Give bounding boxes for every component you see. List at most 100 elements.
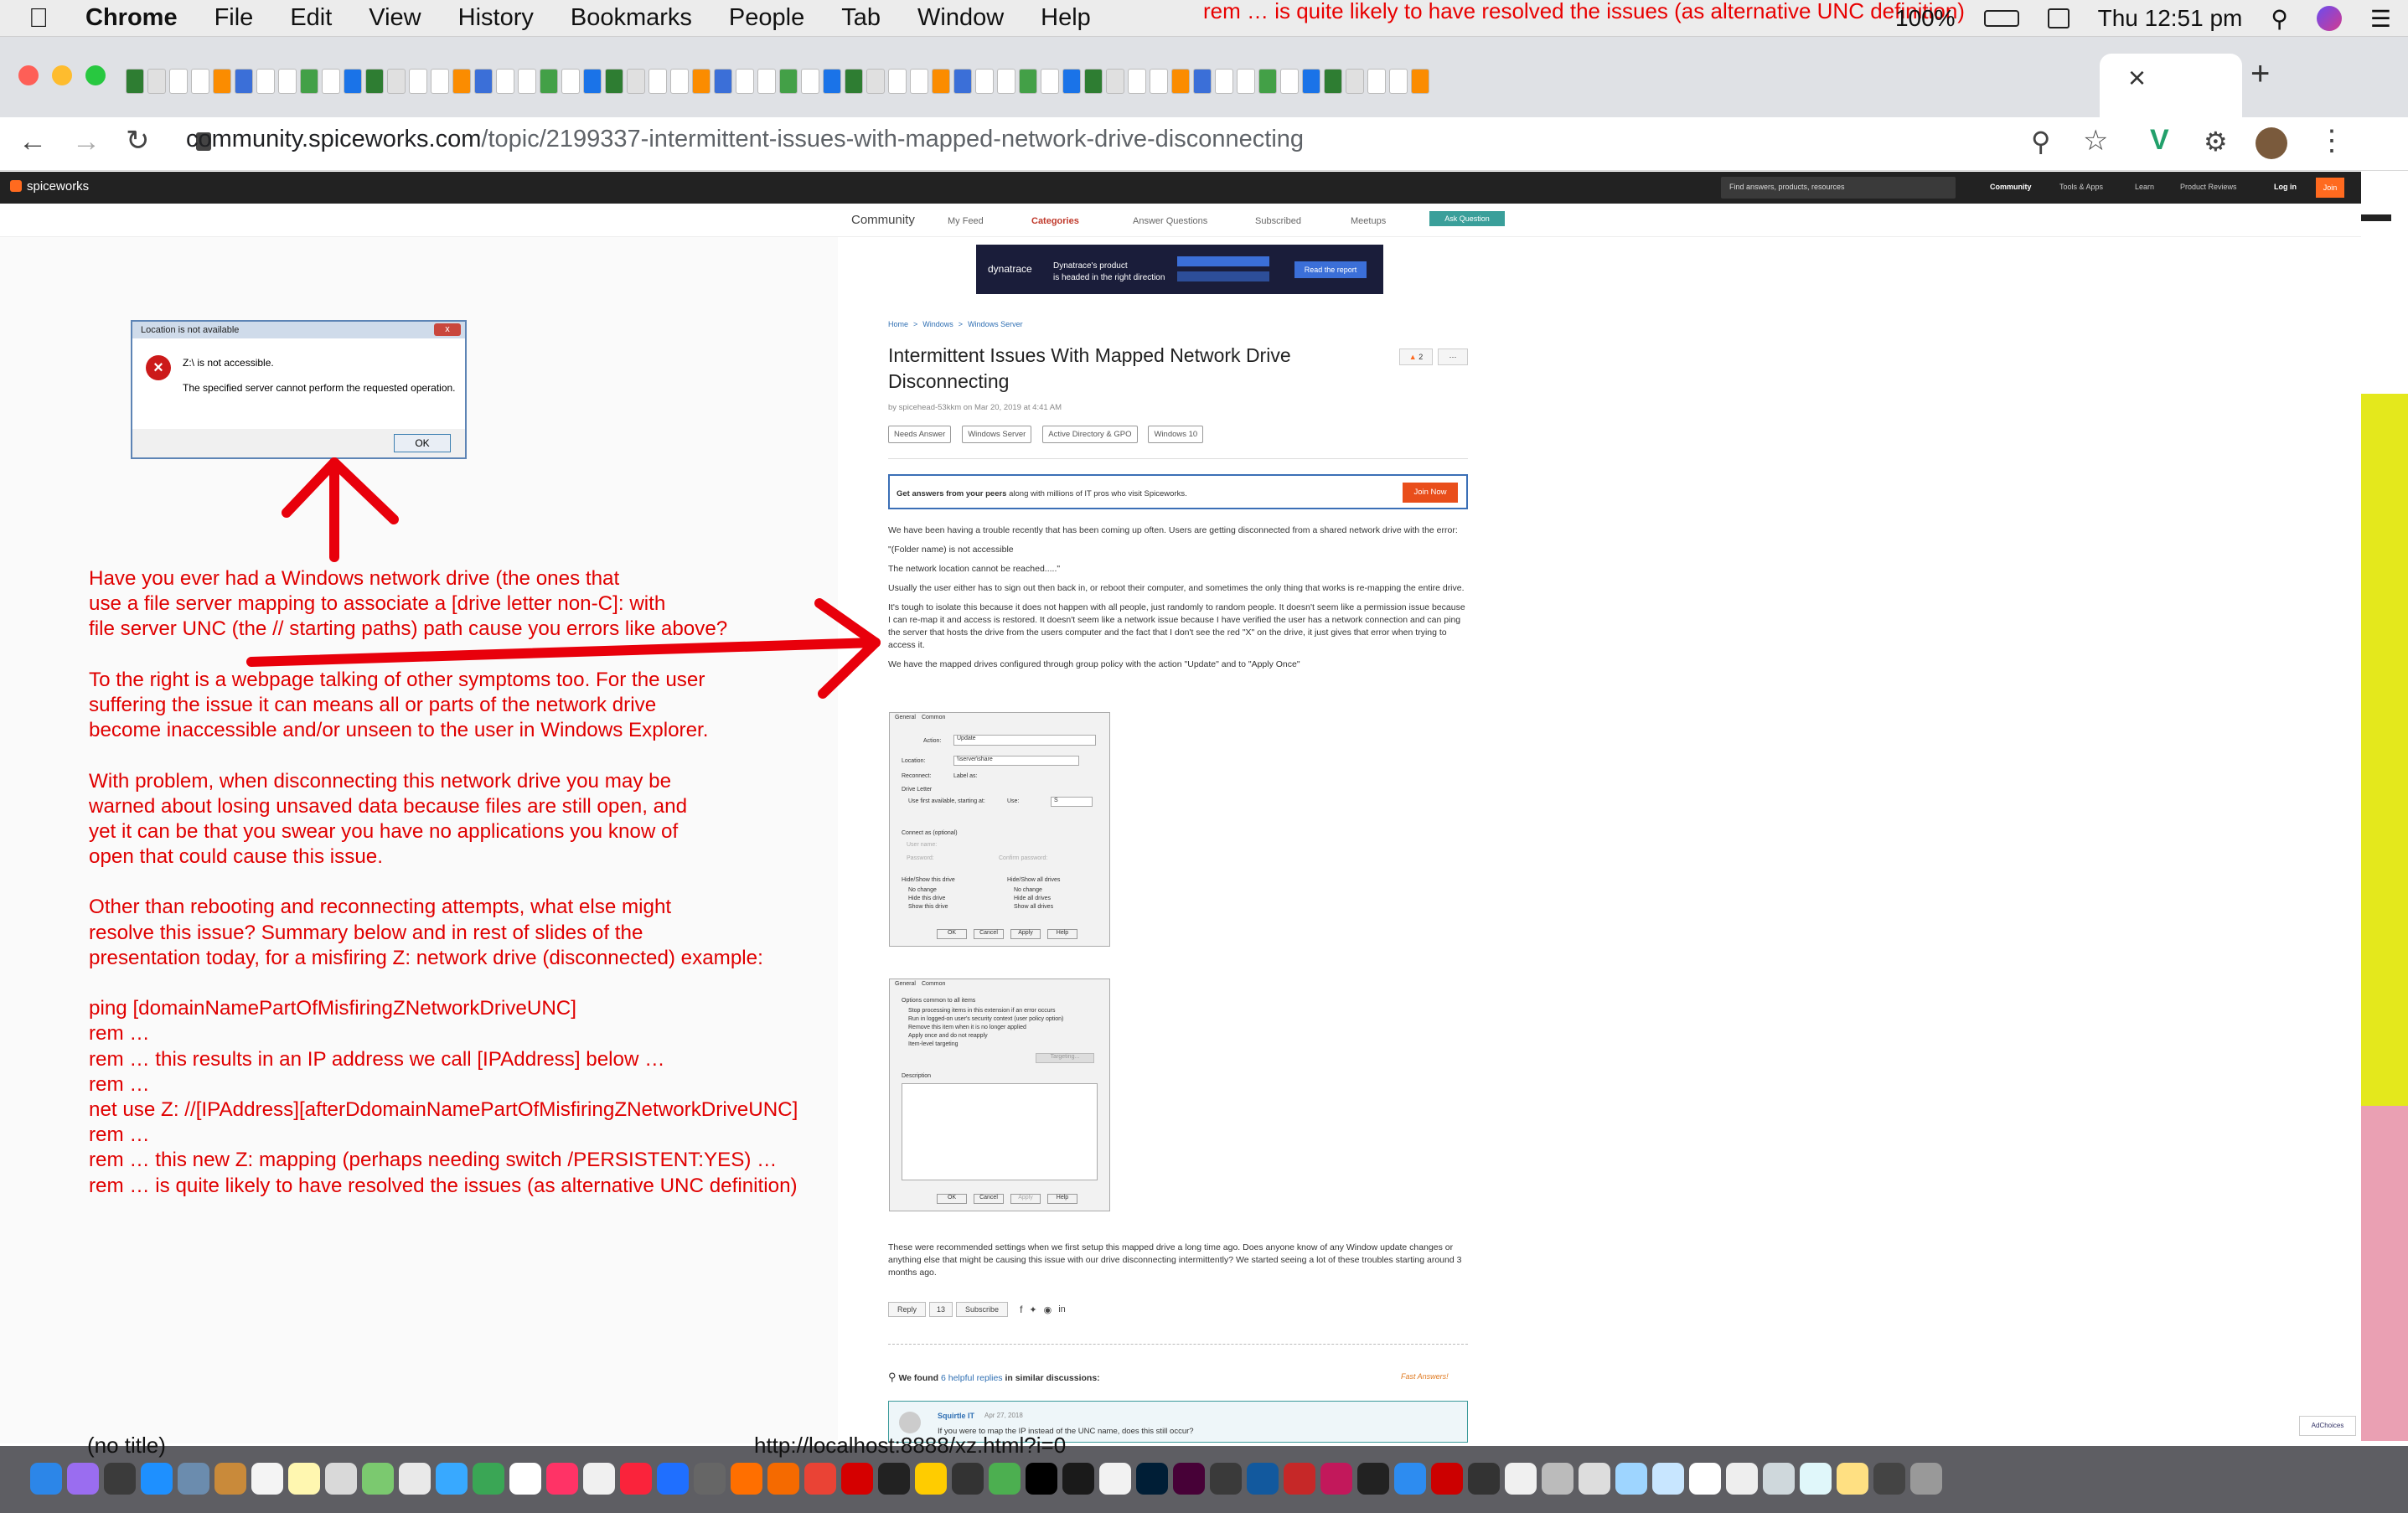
crumb-sep: > — [913, 320, 918, 328]
crumb-home[interactable]: Home — [888, 318, 908, 331]
shot1-confirm: Confirm password: — [999, 855, 1048, 861]
dock-app-icon[interactable] — [804, 1463, 836, 1495]
dock-app-icon[interactable] — [104, 1463, 136, 1495]
dock-app-icon[interactable] — [841, 1463, 873, 1495]
dock-app-icon[interactable] — [399, 1463, 431, 1495]
dock-app-icon[interactable] — [1579, 1463, 1610, 1495]
dock-app-icon[interactable] — [1173, 1463, 1205, 1495]
found-link[interactable]: 6 helpful replies — [941, 1373, 1003, 1383]
dock-app-icon[interactable] — [1247, 1463, 1279, 1495]
dock-app-icon[interactable] — [1210, 1463, 1242, 1495]
dock-app-icon[interactable] — [141, 1463, 173, 1495]
dock-app-icon[interactable] — [546, 1463, 578, 1495]
dock-app-icon[interactable] — [509, 1463, 541, 1495]
dock-app-icon[interactable] — [30, 1463, 62, 1495]
dock-app-icon[interactable] — [178, 1463, 209, 1495]
dock-app-icon[interactable] — [1910, 1463, 1942, 1495]
facebook-icon[interactable]: f — [1020, 1304, 1022, 1315]
post-para-6: We have the mapped drives configured thr… — [888, 659, 1300, 669]
tag-windows-server[interactable]: Windows Server — [962, 426, 1032, 443]
crumb-windows[interactable]: Windows — [922, 318, 953, 331]
dock-app-icon[interactable] — [325, 1463, 357, 1495]
annotation-line: suffering the issue it can means all or … — [89, 693, 657, 716]
annotation-line: file server UNC (the // starting paths) … — [89, 617, 728, 641]
shot1-reconnect-label: Reconnect: — [902, 773, 932, 779]
found-suffix: in similar discussions: — [1002, 1373, 1100, 1383]
dock-app-icon[interactable] — [1837, 1463, 1868, 1495]
dock-app-icon[interactable] — [362, 1463, 394, 1495]
dock-app-icon[interactable] — [214, 1463, 246, 1495]
reddit-icon[interactable]: ◉ — [1044, 1304, 1052, 1315]
dock-app-icon[interactable] — [620, 1463, 652, 1495]
dock-app-icon[interactable] — [473, 1463, 504, 1495]
annotation-line: rem … — [89, 1123, 150, 1147]
dock-app-icon[interactable] — [694, 1463, 726, 1495]
dock-app-icon[interactable] — [1800, 1463, 1832, 1495]
shot2-help: Help — [1047, 1194, 1077, 1204]
dock-app-icon[interactable] — [1284, 1463, 1315, 1495]
annotation-line: rem … — [89, 1022, 150, 1046]
dock-app-icon[interactable] — [1431, 1463, 1463, 1495]
dock-app-icon[interactable] — [1542, 1463, 1573, 1495]
dock-app-icon[interactable] — [1099, 1463, 1131, 1495]
dock-app-icon[interactable] — [251, 1463, 283, 1495]
background-window-yellow — [2361, 394, 2408, 1106]
shot2-tab-common: Common — [922, 981, 946, 987]
post-para-1: We have been having a trouble recently t… — [888, 525, 1458, 535]
cta-bold: Get answers from your peers — [897, 489, 1007, 498]
screenshot-drive-properties: General Common Action: Update Location: … — [889, 712, 1110, 947]
twitter-icon[interactable]: ✦ — [1029, 1304, 1036, 1315]
dock-app-icon[interactable] — [731, 1463, 762, 1495]
dock-app-icon[interactable] — [915, 1463, 947, 1495]
dock-app-icon[interactable] — [657, 1463, 689, 1495]
tag-needs-answer[interactable]: Needs Answer — [888, 426, 952, 443]
post-para-5: It's tough to isolate this because it do… — [888, 602, 1465, 650]
dock-app-icon[interactable] — [1652, 1463, 1684, 1495]
cta-join-button[interactable]: Join Now — [1403, 483, 1458, 503]
dock-app-icon[interactable] — [1468, 1463, 1500, 1495]
dock-app-icon[interactable] — [767, 1463, 799, 1495]
dock-app-icon[interactable] — [1873, 1463, 1905, 1495]
dock-app-icon[interactable] — [952, 1463, 984, 1495]
post-menu-button[interactable]: ⋯ — [1438, 349, 1468, 365]
dock-app-icon[interactable] — [989, 1463, 1021, 1495]
annotation-line: open that could cause this issue. — [89, 845, 383, 869]
dock-app-icon[interactable] — [67, 1463, 99, 1495]
subscribe-button[interactable]: Subscribe — [956, 1302, 1009, 1317]
reply-button[interactable]: Reply — [888, 1302, 927, 1317]
dock-app-icon[interactable] — [1136, 1463, 1168, 1495]
dock-app-icon[interactable] — [1689, 1463, 1721, 1495]
upvote-button[interactable]: ▲ 2 — [1399, 349, 1433, 365]
dock-app-icon[interactable] — [1615, 1463, 1647, 1495]
annotation-line: With problem, when disconnecting this ne… — [89, 769, 672, 793]
adchoices-badge[interactable]: AdChoices — [2299, 1416, 2356, 1436]
related-user[interactable]: Squirtle IT — [938, 1412, 974, 1420]
tag-windows-10[interactable]: Windows 10 — [1148, 426, 1204, 443]
dock-app-icons — [30, 1463, 1947, 1495]
dock-app-icon[interactable] — [878, 1463, 910, 1495]
shot1-use: Use: — [1007, 798, 1020, 804]
dock-app-icon[interactable] — [1505, 1463, 1537, 1495]
dock-app-icon[interactable] — [1394, 1463, 1426, 1495]
annotation-line: ping [domainNamePartOfMisfiringZNetworkD… — [89, 997, 576, 1020]
related-avatar — [899, 1412, 921, 1433]
dock-app-icon[interactable] — [288, 1463, 320, 1495]
dock-app-icon[interactable] — [1763, 1463, 1795, 1495]
dock-app-icon[interactable] — [1062, 1463, 1094, 1495]
dock-app-icon[interactable] — [1726, 1463, 1758, 1495]
dock-app-icon[interactable] — [436, 1463, 468, 1495]
dock-app-icon[interactable] — [1026, 1463, 1057, 1495]
tag-active-directory[interactable]: Active Directory & GPO — [1042, 426, 1138, 443]
annotation-line: net use Z: //[IPAddress][afterDdomainNam… — [89, 1097, 798, 1121]
annotation-line: To the right is a webpage talking of oth… — [89, 668, 705, 691]
similar-discussions: ⚲ We found 6 helpful replies in similar … — [888, 1371, 1100, 1384]
linkedin-icon[interactable]: in — [1058, 1304, 1066, 1314]
crumb-windows-server[interactable]: Windows Server — [968, 318, 1023, 331]
dock-app-icon[interactable] — [1357, 1463, 1389, 1495]
dock-app-icon[interactable] — [1320, 1463, 1352, 1495]
annotation-line: Other than rebooting and reconnecting at… — [89, 896, 672, 919]
forum-post: Home > Windows > Windows Server Intermit… — [888, 318, 1468, 671]
found-prefix: We found — [898, 1373, 941, 1383]
dock-app-icon[interactable] — [583, 1463, 615, 1495]
shot1-location-label: Location: — [902, 758, 926, 764]
